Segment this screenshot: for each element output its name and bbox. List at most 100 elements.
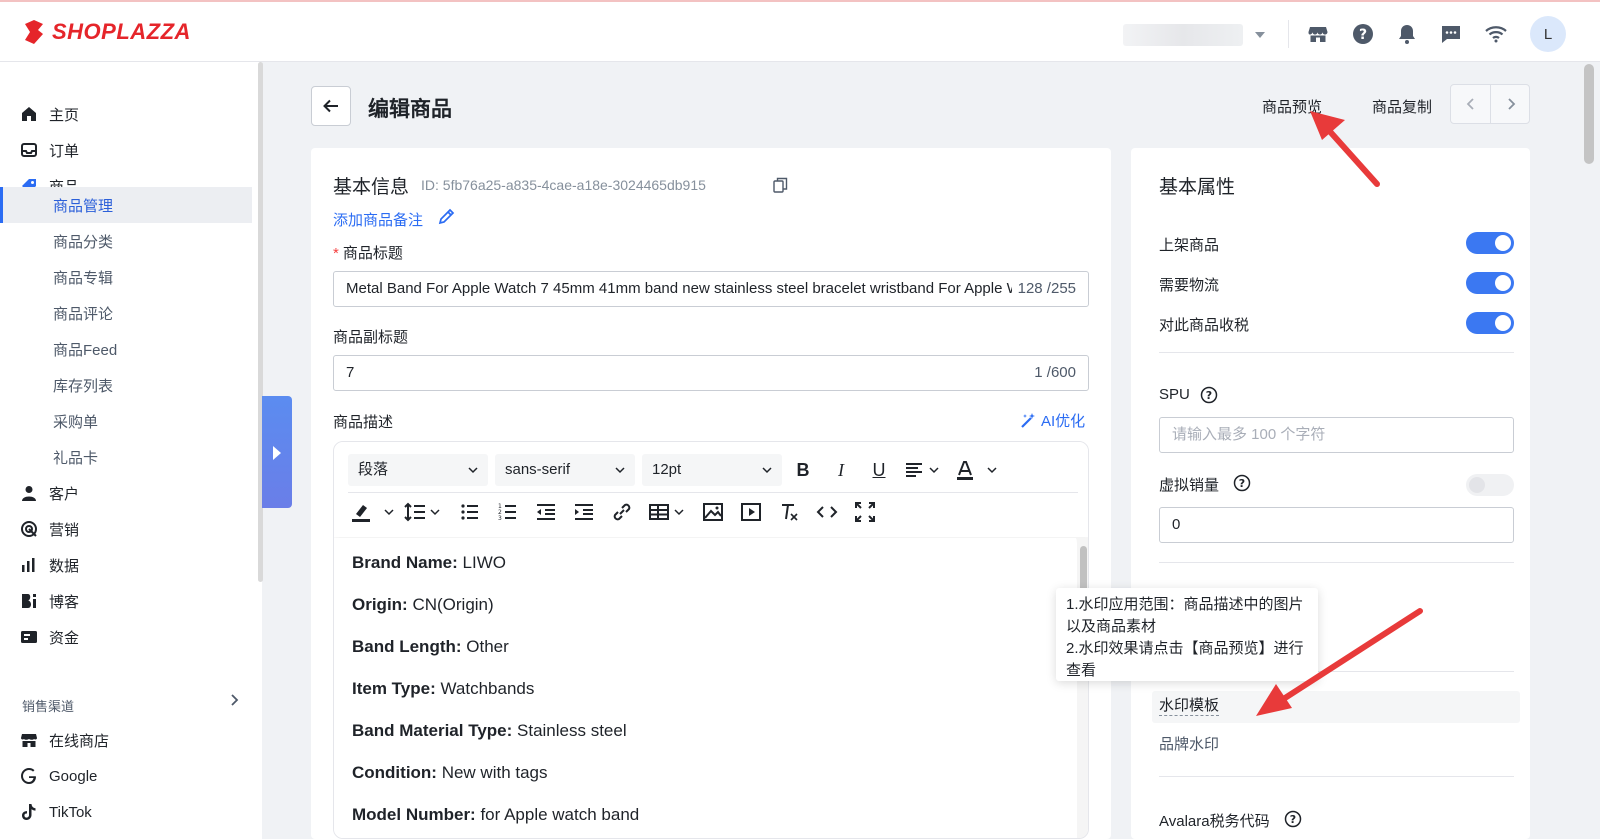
virtual-sales-toggle[interactable] (1466, 474, 1514, 496)
bullet-list-icon[interactable] (457, 499, 483, 525)
back-button[interactable] (311, 86, 351, 126)
caret-right-icon (273, 446, 281, 460)
shoplazza-logo-icon (25, 20, 43, 44)
sidebar-expand-handle[interactable] (262, 396, 292, 508)
font-family-select[interactable]: sans-serif (495, 454, 635, 486)
tooltip-line: 2.水印效果请点击【商品预览】进行 (1066, 640, 1304, 657)
spu-input[interactable]: 请输入最多 100 个字符 (1159, 417, 1514, 453)
paragraph-format-select[interactable]: 段落 (348, 454, 488, 486)
avatar[interactable]: L (1530, 16, 1566, 52)
sidebar-sub-product-feed[interactable]: 商品Feed (0, 331, 252, 367)
virtual-sales-input[interactable]: 0 (1159, 507, 1514, 543)
sidebar-sub-gift-card[interactable]: 礼品卡 (0, 439, 252, 475)
code-view-icon[interactable] (814, 499, 840, 525)
sidebar-item-customers[interactable]: 客户 (0, 475, 252, 511)
publish-product-toggle[interactable] (1466, 232, 1514, 254)
page-scrollbar[interactable] (1584, 64, 1594, 164)
ai-optimize-label: AI优化 (1041, 413, 1086, 430)
sidebar-sub-inventory[interactable]: 库存列表 (0, 367, 252, 403)
chevron-down-icon[interactable] (384, 508, 394, 516)
sidebar-item-home[interactable]: 主页 (0, 96, 252, 132)
sidebar-sub-product-reviews[interactable]: 商品评论 (0, 295, 252, 331)
chevron-down-icon[interactable] (929, 466, 939, 474)
requires-shipping-toggle[interactable] (1466, 272, 1514, 294)
clear-format-icon[interactable] (776, 499, 802, 525)
next-product-button[interactable] (1489, 85, 1529, 123)
sidebar-sub-label: 商品评论 (53, 305, 114, 323)
product-title-label-text: 商品标题 (342, 245, 403, 262)
product-duplicate-button[interactable]: 商品复制 (1372, 96, 1432, 117)
editor-content-area[interactable]: Brand Name: LIWO Origin: CN(Origin) Band… (334, 538, 1076, 838)
product-title-input[interactable]: Metal Band For Apple Watch 7 45mm 41mm b… (333, 271, 1089, 307)
sidebar-item-finance[interactable]: 资金 (0, 619, 252, 655)
question-circle-icon[interactable]: ? (1284, 810, 1302, 828)
text-color-icon[interactable] (952, 457, 978, 483)
watermark-template-value[interactable]: 品牌水印 (1159, 733, 1219, 754)
store-selector[interactable] (1123, 22, 1273, 48)
sidebar-sub-product-collection[interactable]: 商品专辑 (0, 259, 252, 295)
question-circle-icon[interactable]: ? (1233, 474, 1251, 492)
svg-text:?: ? (1206, 389, 1212, 402)
sidebar-sub-purchase-order[interactable]: 采购单 (0, 403, 252, 439)
sidebar-sub-product-manage[interactable]: 商品管理 (0, 187, 252, 223)
chevron-down-icon[interactable] (674, 508, 684, 516)
font-family-value: sans-serif (505, 461, 571, 478)
tooltip-line: 查看 (1066, 662, 1097, 679)
outdent-icon[interactable] (533, 499, 559, 525)
ai-optimize-button[interactable]: AI优化 (1020, 410, 1085, 431)
bold-icon[interactable]: B (790, 457, 816, 483)
question-circle-icon[interactable]: ? (1200, 386, 1218, 404)
sidebar-item-orders[interactable]: 订单 (0, 132, 252, 168)
indent-icon[interactable] (571, 499, 597, 525)
product-title-counter: 128 /255 (1011, 272, 1076, 306)
numbered-list-icon[interactable]: 123 (495, 499, 521, 525)
store-icon (21, 734, 37, 747)
font-size-select[interactable]: 12pt (642, 454, 782, 486)
video-icon[interactable] (738, 499, 764, 525)
highlight-icon[interactable] (348, 499, 374, 525)
add-product-note-link[interactable]: 添加商品备注 (333, 209, 423, 230)
chevron-right-icon (1508, 98, 1516, 110)
wifi-icon[interactable] (1484, 22, 1508, 46)
store-icon[interactable] (1306, 22, 1330, 46)
sidebar-item-blog[interactable]: 博客 (0, 583, 252, 619)
product-subtitle-input[interactable]: 7 1 /600 (333, 355, 1089, 391)
svg-text:3: 3 (498, 515, 502, 522)
editor-scrollbar[interactable] (1077, 538, 1088, 838)
sidebar-sub-label: 商品分类 (53, 233, 114, 251)
chevron-right-icon[interactable] (228, 693, 240, 707)
underline-icon[interactable]: U (866, 457, 892, 483)
sidebar-item-marketing[interactable]: 营销 (0, 511, 252, 547)
copy-icon[interactable] (773, 177, 788, 193)
sidebar-sub-label: 采购单 (53, 413, 99, 431)
align-left-icon[interactable] (902, 457, 928, 483)
sidebar-channel-online-store[interactable]: 在线商店 (0, 722, 252, 758)
logo[interactable]: SHOPLAZZA (22, 18, 191, 46)
watermark-template-label[interactable]: 水印模板 (1159, 697, 1220, 716)
italic-icon[interactable]: I (828, 457, 854, 483)
sidebar-channel-google[interactable]: Google (0, 758, 252, 794)
link-icon[interactable] (609, 499, 635, 525)
sidebar-sub-product-category[interactable]: 商品分类 (0, 223, 252, 259)
pencil-icon[interactable] (437, 208, 455, 226)
line-height-icon[interactable] (402, 499, 428, 525)
table-icon[interactable] (646, 499, 672, 525)
chevron-down-icon[interactable] (987, 466, 997, 474)
fullscreen-icon[interactable] (852, 499, 878, 525)
charge-tax-toggle[interactable] (1466, 312, 1514, 334)
message-icon[interactable] (1439, 22, 1463, 46)
prev-product-button[interactable] (1451, 85, 1490, 123)
sales-channel-title: 销售渠道 (22, 699, 75, 714)
help-icon[interactable]: ? (1351, 22, 1375, 46)
description-value: Watchbands (435, 679, 535, 698)
sidebar-item-data[interactable]: 数据 (0, 547, 252, 583)
image-icon[interactable] (700, 499, 726, 525)
divider (1159, 562, 1514, 563)
sidebar-sub-label: 商品Feed (53, 341, 118, 359)
virtual-sales-label: 虚拟销量 (1159, 477, 1220, 494)
wallet-icon (21, 631, 37, 643)
bell-icon[interactable] (1395, 22, 1419, 46)
product-preview-button[interactable]: 商品预览 (1262, 96, 1322, 117)
sidebar-channel-tiktok[interactable]: TikTok (0, 794, 252, 830)
chevron-down-icon[interactable] (430, 508, 440, 516)
